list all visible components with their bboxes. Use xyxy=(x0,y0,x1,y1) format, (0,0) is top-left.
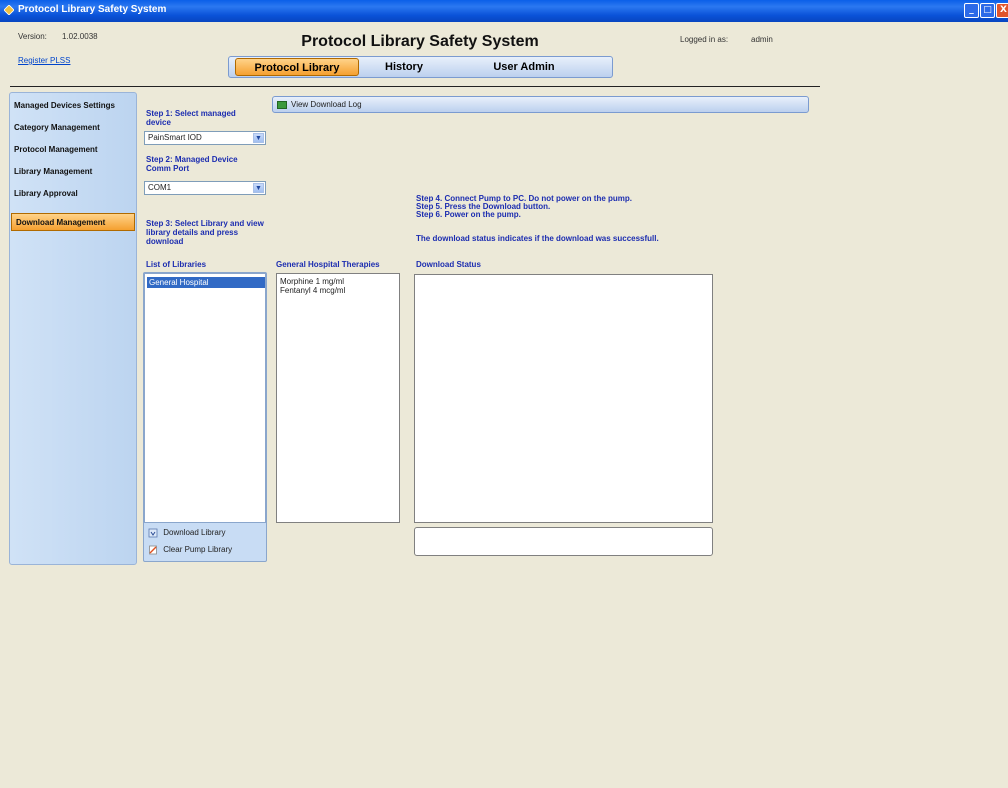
device-select[interactable]: PainSmart IOD ▼ xyxy=(144,131,266,145)
sidebar-item-protocol-management[interactable]: Protocol Management xyxy=(10,141,136,159)
libraries-header: List of Libraries xyxy=(146,260,207,269)
close-icon: X xyxy=(1000,5,1007,15)
tab-protocol-library[interactable]: Protocol Library xyxy=(235,58,359,76)
title-bar[interactable]: Protocol Library Safety System _ □ X xyxy=(0,0,1008,22)
download-library-button[interactable]: Download Library xyxy=(148,525,226,541)
sidebar-item-library-approval[interactable]: Library Approval xyxy=(10,185,136,203)
sidebar-item-managed-devices-settings[interactable]: Managed Devices Settings xyxy=(10,97,136,115)
chevron-down-icon[interactable]: ▼ xyxy=(253,133,264,143)
log-icon xyxy=(277,100,287,109)
clear-pump-library-button[interactable]: Clear Pump Library xyxy=(148,542,232,558)
list-item[interactable]: General Hospital xyxy=(147,277,265,288)
step1-label: Step 1: Select managed device xyxy=(146,109,236,127)
sidebar-item-download-management[interactable]: Download Management xyxy=(11,213,135,231)
maximize-button[interactable]: □ xyxy=(980,3,995,18)
view-download-log-button[interactable]: View Download Log xyxy=(272,96,809,113)
clear-icon xyxy=(149,545,157,555)
sidebar: Managed Devices Settings Category Manage… xyxy=(9,92,137,565)
step3-label: Step 3: Select Library and view library … xyxy=(146,219,264,246)
download-library-label: Download Library xyxy=(163,528,226,537)
download-icon xyxy=(148,528,158,538)
library-panel: General Hospital Download Library Clear … xyxy=(143,272,267,562)
step6-instruction: Step 6. Power on the pump. xyxy=(416,210,521,219)
therapies-list[interactable]: Morphine 1 mg/ml Fentanyl 4 mcg/ml xyxy=(276,273,400,523)
list-item[interactable]: Fentanyl 4 mcg/ml xyxy=(277,286,399,295)
clear-pump-library-label: Clear Pump Library xyxy=(163,545,233,554)
step2-label: Step 2: Managed Device Comm Port xyxy=(146,155,238,173)
download-status-header: Download Status xyxy=(416,260,481,269)
logged-in-label: Logged in as: xyxy=(680,35,729,44)
port-select-value: COM1 xyxy=(148,183,172,192)
minimize-button[interactable]: _ xyxy=(964,3,979,18)
main-tabs: Protocol Library History User Admin xyxy=(228,56,613,78)
sidebar-item-category-management[interactable]: Category Management xyxy=(10,119,136,137)
download-status-line[interactable] xyxy=(414,527,713,556)
tab-history[interactable]: History xyxy=(374,57,434,77)
app-icon xyxy=(4,5,14,15)
header-divider xyxy=(10,86,820,87)
port-select[interactable]: COM1 ▼ xyxy=(144,181,266,195)
tab-user-admin[interactable]: User Admin xyxy=(479,57,569,77)
logged-in-user: admin xyxy=(751,35,773,44)
chevron-down-icon[interactable]: ▼ xyxy=(253,183,264,193)
library-list[interactable]: General Hospital xyxy=(144,273,266,523)
page-title: Protocol Library Safety System xyxy=(301,33,539,50)
minimize-icon: _ xyxy=(969,5,974,15)
window-title: Protocol Library Safety System xyxy=(18,4,167,15)
sidebar-item-library-management[interactable]: Library Management xyxy=(10,163,136,181)
device-select-value: PainSmart IOD xyxy=(148,133,202,142)
status-note: The download status indicates if the dow… xyxy=(416,234,659,243)
therapies-header: General Hospital Therapies xyxy=(276,260,380,269)
list-item[interactable]: Morphine 1 mg/ml xyxy=(277,277,399,286)
download-status-box[interactable] xyxy=(414,274,713,523)
register-link[interactable]: Register PLSS xyxy=(18,56,70,65)
view-download-log-label: View Download Log xyxy=(291,100,362,109)
close-button[interactable]: X xyxy=(996,3,1008,18)
maximize-icon: □ xyxy=(983,5,992,15)
